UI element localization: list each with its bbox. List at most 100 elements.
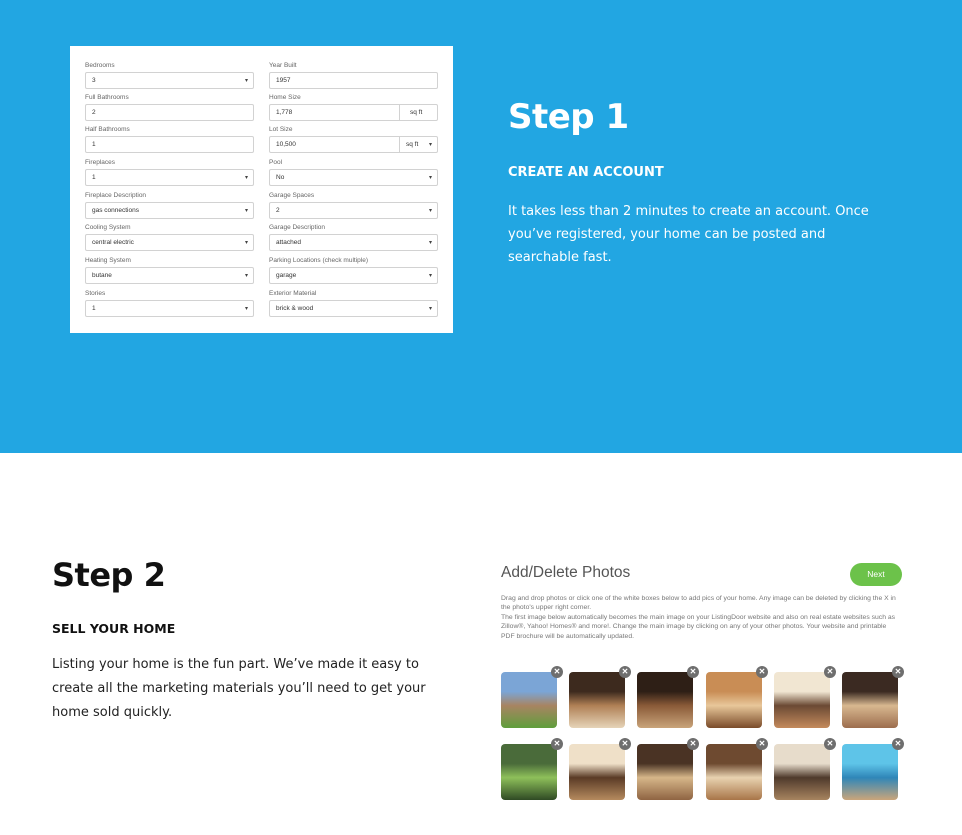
delete-photo-icon[interactable]: ✕	[824, 666, 836, 678]
home-size-label: Home Size	[269, 94, 301, 101]
photo-thumbnail-staircase[interactable]	[706, 744, 762, 800]
step2-title: Step 2	[52, 556, 166, 594]
year-built-value: 1957	[276, 77, 291, 84]
next-button[interactable]: Next	[850, 563, 902, 586]
delete-photo-icon[interactable]: ✕	[551, 738, 563, 750]
heating-system-label: Heating System	[85, 257, 131, 264]
photo-thumbnail-dining-room-2[interactable]	[569, 744, 625, 800]
heating-system-select[interactable]: butane ▾	[85, 267, 254, 284]
parking-locations-label: Parking Locations (check multiple)	[269, 257, 368, 264]
garage-description-value: attached	[276, 239, 301, 246]
photo-thumbnail-backyard[interactable]	[501, 744, 557, 800]
home-size-value: 1,778	[276, 109, 293, 116]
photo-thumbnail-kitchen[interactable]	[569, 672, 625, 728]
garage-spaces-value: 2	[276, 207, 280, 214]
step1-body: It takes less than 2 minutes to create a…	[508, 204, 869, 265]
pool-value: No	[276, 174, 285, 181]
garage-spaces-select[interactable]: 2 ▾	[269, 202, 438, 219]
chevron-down-icon: ▾	[244, 240, 248, 246]
chevron-down-icon: ▾	[244, 273, 248, 279]
stories-value: 1	[92, 305, 96, 312]
delete-photo-icon[interactable]: ✕	[756, 738, 768, 750]
chevron-down-icon: ▾	[428, 142, 432, 148]
photos-description: Drag and drop photos or click one of the…	[501, 594, 896, 641]
cooling-system-value: central electric	[92, 239, 134, 246]
home-size-unit: sq ft	[399, 105, 437, 120]
delete-photo-icon[interactable]: ✕	[551, 666, 563, 678]
chevron-down-icon: ▾	[428, 306, 432, 312]
delete-photo-icon[interactable]: ✕	[619, 666, 631, 678]
pool-select[interactable]: No ▾	[269, 169, 438, 186]
year-built-label: Year Built	[269, 62, 297, 69]
photo-thumbnail-living-room[interactable]	[774, 672, 830, 728]
lot-size-unit-select[interactable]: sq ft ▾	[399, 137, 437, 152]
step2-subtitle: SELL YOUR HOME	[52, 621, 176, 636]
lot-size-input[interactable]: 10,500 sq ft ▾	[269, 136, 438, 153]
exterior-material-value: brick & wood	[276, 305, 314, 312]
half-bathrooms-value: 1	[92, 141, 96, 148]
lot-size-value: 10,500	[276, 141, 296, 148]
bedrooms-label: Bedrooms	[85, 62, 115, 69]
delete-photo-icon[interactable]: ✕	[687, 666, 699, 678]
chevron-down-icon: ▾	[428, 273, 432, 279]
step1-title: Step 1	[508, 97, 629, 137]
bedrooms-select[interactable]: 3 ▾	[85, 72, 254, 89]
photo-thumbnail-pool[interactable]	[842, 744, 898, 800]
step2-body: Listing your home is the fun part. We’ve…	[52, 657, 426, 720]
property-details-form: Bedrooms 3 ▾ Year Built 1957 Full Bathro…	[70, 46, 453, 333]
fireplace-description-select[interactable]: gas connections ▾	[85, 202, 254, 219]
chevron-down-icon: ▾	[244, 78, 248, 84]
year-built-input[interactable]: 1957	[269, 72, 438, 89]
cooling-system-label: Cooling System	[85, 224, 131, 231]
parking-locations-value: garage	[276, 272, 297, 279]
heating-system-value: butane	[92, 272, 112, 279]
photo-thumbnail-dining-room[interactable]	[637, 672, 693, 728]
fireplace-description-label: Fireplace Description	[85, 192, 147, 199]
fireplaces-select[interactable]: 1 ▾	[85, 169, 254, 186]
step1-subtitle: CREATE AN ACCOUNT	[508, 165, 664, 180]
delete-photo-icon[interactable]: ✕	[756, 666, 768, 678]
parking-locations-select[interactable]: garage ▾	[269, 267, 438, 284]
fireplaces-value: 1	[92, 174, 96, 181]
garage-description-select[interactable]: attached ▾	[269, 234, 438, 251]
photo-thumbnail-bedroom[interactable]	[842, 672, 898, 728]
photos-title: Add/Delete Photos	[501, 564, 631, 581]
delete-photo-icon[interactable]: ✕	[824, 738, 836, 750]
chevron-down-icon: ▾	[244, 306, 248, 312]
exterior-material-label: Exterior Material	[269, 290, 317, 297]
garage-spaces-label: Garage Spaces	[269, 192, 315, 199]
chevron-down-icon: ▾	[428, 208, 432, 214]
chevron-down-icon: ▾	[428, 175, 432, 181]
delete-photo-icon[interactable]: ✕	[619, 738, 631, 750]
photo-thumbnail-exterior[interactable]	[501, 672, 557, 728]
bedrooms-value: 3	[92, 77, 96, 84]
stories-label: Stories	[85, 290, 106, 297]
photo-thumbnail-master-bedroom[interactable]	[774, 744, 830, 800]
photo-thumbnail-great-room[interactable]	[637, 744, 693, 800]
photos-description-line1: Drag and drop photos or click one of the…	[501, 595, 896, 612]
step1-section: Bedrooms 3 ▾ Year Built 1957 Full Bathro…	[0, 0, 962, 453]
cooling-system-select[interactable]: central electric ▾	[85, 234, 254, 251]
chevron-down-icon: ▾	[244, 208, 248, 214]
full-bathrooms-input[interactable]: 2	[85, 104, 254, 121]
pool-label: Pool	[269, 159, 283, 166]
delete-photo-icon[interactable]: ✕	[892, 738, 904, 750]
garage-description-label: Garage Description	[269, 224, 325, 231]
exterior-material-select[interactable]: brick & wood ▾	[269, 300, 438, 317]
half-bathrooms-input[interactable]: 1	[85, 136, 254, 153]
fireplaces-label: Fireplaces	[85, 159, 115, 166]
half-bathrooms-label: Half Bathrooms	[85, 126, 130, 133]
lot-size-label: Lot Size	[269, 126, 293, 133]
chevron-down-icon: ▾	[428, 240, 432, 246]
stories-select[interactable]: 1 ▾	[85, 300, 254, 317]
chevron-down-icon: ▾	[244, 175, 248, 181]
full-bathrooms-value: 2	[92, 109, 96, 116]
delete-photo-icon[interactable]: ✕	[892, 666, 904, 678]
photo-thumbnail-kitchen-2[interactable]	[706, 672, 762, 728]
home-size-input[interactable]: 1,778 sq ft	[269, 104, 438, 121]
lot-size-unit: sq ft	[406, 141, 419, 148]
photos-description-line2: The first image below automatically beco…	[501, 613, 896, 640]
full-bathrooms-label: Full Bathrooms	[85, 94, 129, 101]
fireplace-description-value: gas connections	[92, 207, 139, 214]
delete-photo-icon[interactable]: ✕	[687, 738, 699, 750]
